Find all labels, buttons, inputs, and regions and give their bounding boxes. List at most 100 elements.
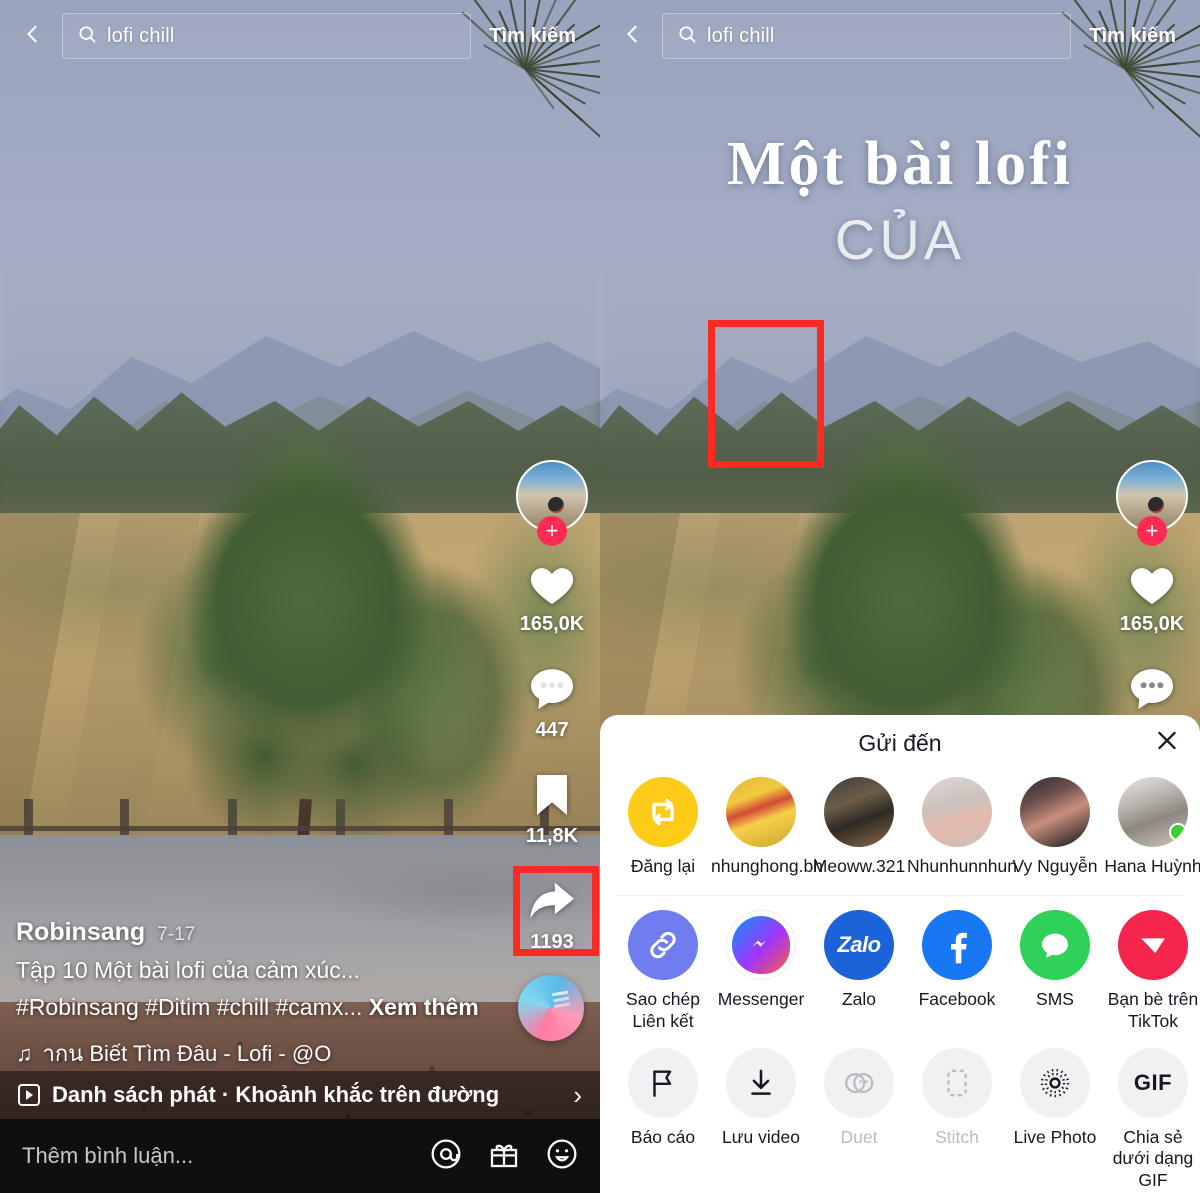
like-button[interactable]: 165,0K [504,562,600,636]
comment-button[interactable]: 447 [504,666,600,742]
right-phone-panel: lofi chill Tìm kiếm Một bài lofi CỦA + 1… [600,0,1200,1193]
share-action-duet[interactable]: Duet [810,1048,908,1148]
music-disc-icon[interactable] [518,975,584,1041]
video-caption: Robinsang 7-17 Tập 10 Một bài lofi của c… [0,918,504,1072]
share-contact-vy-nguyen[interactable]: Vy Nguyễn [1006,777,1104,877]
search-header-2: lofi chill Tìm kiếm [600,0,1200,72]
share-action-label: Duet [840,1127,878,1148]
share-sheet: Gửi đến Đăng lại nhunghong.bh Meoww.321 … [600,715,1200,1193]
share-sheet-header: Gửi đến [600,715,1200,771]
share-action-save-video[interactable]: Lưu video [712,1048,810,1148]
heart-icon [528,562,576,611]
gif-icon: GIF [1118,1048,1188,1119]
chevron-right-icon: › [573,1079,582,1110]
mention-icon[interactable] [430,1138,462,1175]
left-phone-panel: lofi chill Tìm kiếm + 165,0K 447 11,8K 1… [0,0,600,1193]
bookmark-button[interactable]: 11,8K [504,772,600,848]
playlist-row[interactable]: Danh sách phát · Khoảnh khắc trên đường … [0,1071,600,1119]
share-action-label: Chia sẻ dưới dạng GIF [1112,1127,1194,1190]
share-contact-repost[interactable]: Đăng lại [614,777,712,877]
sms-icon [1020,910,1090,981]
author-avatar-2[interactable]: + [1116,460,1188,546]
share-action-label: Live Photo [1013,1127,1097,1148]
share-contact-meoww[interactable]: Meoww.321 [810,777,908,877]
emoji-icon[interactable] [546,1138,578,1175]
share-contact-hana-huynh[interactable]: Hana Huỳnh [1104,777,1200,877]
action-rail: + 165,0K 447 11,8K 1193 [504,460,600,954]
search-input-value: lofi chill [107,24,175,47]
bookmark-count: 11,8K [525,825,579,847]
stitch-icon [922,1048,992,1119]
share-app-messenger[interactable]: Messenger [712,910,810,1010]
bookmark-icon [531,772,573,823]
search-input-value-2: lofi chill [707,24,775,47]
messenger-icon [726,910,796,981]
action-rail-2: + 165,0K [1104,460,1200,717]
share-action-live-photo[interactable]: Live Photo [1006,1048,1104,1148]
share-app-label: Zalo [841,989,877,1010]
see-more-link[interactable]: Xem thêm [369,994,479,1020]
like-count: 165,0K [519,613,585,635]
follow-button[interactable]: + [537,516,567,546]
share-actions-row: Báo cáo Lưu video Duet Stitch Live Photo… [600,1032,1200,1191]
share-action-stitch[interactable]: Stitch [908,1048,1006,1148]
avatar [1020,777,1090,847]
caption-author-row[interactable]: Robinsang 7-17 [16,918,488,947]
back-button[interactable] [10,13,56,59]
share-button[interactable]: 1193 [504,878,600,954]
heart-icon [1128,562,1176,611]
share-app-label: Facebook [918,989,996,1010]
follow-button-2[interactable]: + [1137,516,1167,546]
share-contact-nhunghong[interactable]: nhunghong.bh [711,777,823,877]
repost-icon [628,777,698,847]
video-timestamp: 7-17 [157,923,196,945]
music-note-icon: ♫ [16,1040,33,1066]
share-app-zalo[interactable]: Zalo Zalo [810,910,908,1010]
duet-icon [824,1048,894,1119]
share-app-label: Bạn bè trên TikTok [1107,989,1199,1031]
comment-input[interactable]: Thêm bình luận... [22,1143,430,1169]
share-action-gif[interactable]: GIF Chia sẻ dưới dạng GIF [1104,1048,1200,1191]
caption-line-1: Tập 10 Một bài lofi của cảm xúc... [16,956,360,983]
search-input[interactable]: lofi chill [62,13,472,59]
caption-line-2: #Robinsang #Ditim #chill #camx... Xem th… [16,993,488,1022]
avatar [922,777,992,847]
search-header: lofi chill Tìm kiếm [0,0,600,72]
online-status-dot [1169,823,1187,841]
music-row[interactable]: ♫ ากน Biết Tìm Đâu - Lofi - @O [16,1036,488,1071]
share-app-label: Sao chép Liên kết [626,989,700,1031]
share-count: 1193 [530,931,574,953]
gift-icon[interactable] [488,1138,520,1175]
comment-icon [528,666,576,717]
share-contact-label: nhunghong.bh [711,856,823,876]
pine-tree [132,429,480,911]
search-icon [677,24,697,49]
like-button-2[interactable]: 165,0K [1104,562,1200,636]
share-contact-label: Hana Huỳnh [1104,856,1200,876]
share-app-tiktok-friends[interactable]: Bạn bè trên TikTok [1104,910,1200,1032]
comment-button-2[interactable] [1104,666,1200,717]
share-app-sms[interactable]: SMS [1006,910,1104,1010]
share-contact-nhunhunnhun[interactable]: Nhunhunnhun [907,777,1017,877]
search-icon [77,24,97,49]
search-submit-button-2[interactable]: Tìm kiếm [1071,25,1190,48]
search-submit-button[interactable]: Tìm kiếm [471,25,590,48]
search-input-2[interactable]: lofi chill [662,13,1072,59]
close-icon[interactable] [1154,728,1180,759]
share-app-copy-link[interactable]: Sao chép Liên kết [614,910,712,1032]
avatar [824,777,894,847]
music-title: ากน Biết Tìm Đâu - Lofi - @O [42,1041,332,1066]
caption-hashtags[interactable]: #Robinsang #Ditim #chill #camx... [16,994,362,1020]
link-icon [628,910,698,981]
share-arrow-icon [526,878,578,929]
back-button-2[interactable] [610,13,656,59]
share-action-label: Stitch [935,1127,979,1148]
comment-count: 447 [535,719,569,741]
share-action-report[interactable]: Báo cáo [614,1048,712,1148]
comment-icon [1128,666,1176,717]
share-contacts-row: Đăng lại nhunghong.bh Meoww.321 Nhunhunn… [600,771,1200,877]
playlist-label: Danh sách phát · Khoảnh khắc trên đường [52,1082,500,1107]
author-avatar[interactable]: + [516,460,588,546]
share-app-facebook[interactable]: Facebook [908,910,1006,1010]
like-count-2: 165,0K [1119,613,1185,635]
